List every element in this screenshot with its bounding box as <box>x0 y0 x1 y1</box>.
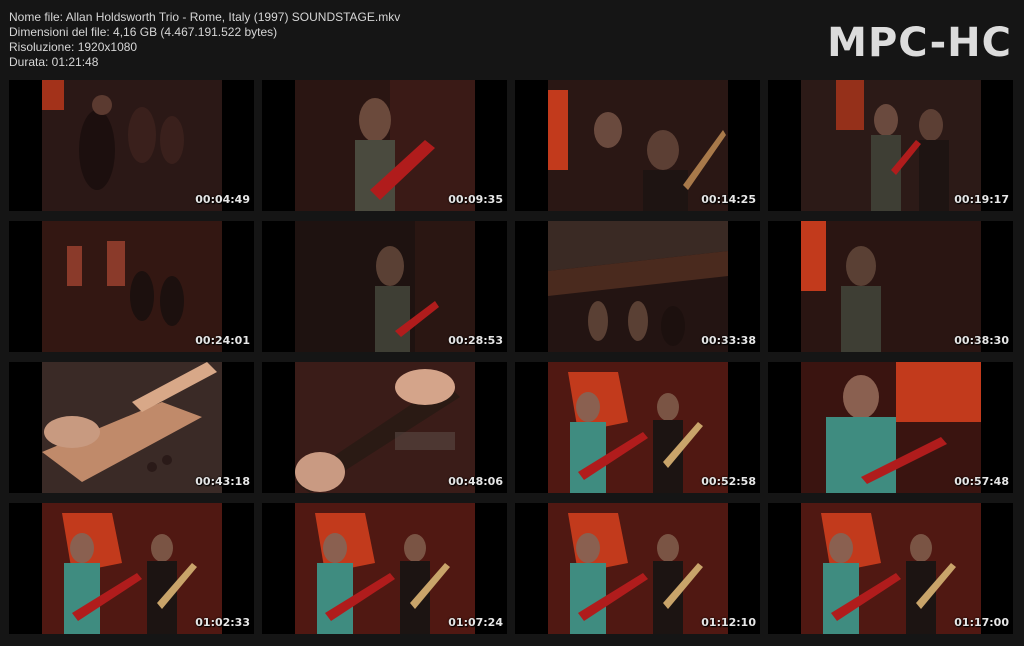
thumbnail-4: 00:19:17 <box>768 80 1013 211</box>
video-frame <box>42 503 222 634</box>
video-frame <box>42 221 222 352</box>
video-frame <box>801 221 981 352</box>
timestamp: 00:24:01 <box>195 334 250 347</box>
thumbnail-12: 00:57:48 <box>768 362 1013 493</box>
thumbnail-6: 00:28:53 <box>262 221 507 352</box>
thumbnail-15: 01:12:10 <box>515 503 760 634</box>
timestamp: 00:38:30 <box>954 334 1009 347</box>
video-frame <box>548 221 728 352</box>
thumbnail-8: 00:38:30 <box>768 221 1013 352</box>
frame-art <box>42 503 222 634</box>
timestamp: 00:57:48 <box>954 475 1009 488</box>
timestamp: 00:14:25 <box>701 193 756 206</box>
timestamp: 01:02:33 <box>195 616 250 629</box>
frame-art <box>295 503 475 634</box>
video-frame <box>42 362 222 493</box>
frame-art <box>42 362 222 493</box>
resolution-line: Risoluzione: 1920x1080 <box>9 40 138 54</box>
frame-art <box>548 221 728 352</box>
duration-line: Durata: 01:21:48 <box>9 55 99 69</box>
frame-art <box>548 503 728 634</box>
frame-art <box>42 221 222 352</box>
video-frame <box>295 503 475 634</box>
video-frame <box>42 80 222 211</box>
thumbnail-7: 00:33:38 <box>515 221 760 352</box>
video-frame <box>548 503 728 634</box>
video-frame <box>801 80 981 211</box>
timestamp: 00:48:06 <box>448 475 503 488</box>
video-frame <box>295 221 475 352</box>
mpc-hc-logo: MPC-HC <box>827 20 1012 66</box>
timestamp: 01:07:24 <box>448 616 503 629</box>
frame-art <box>801 503 981 634</box>
frame-art <box>295 80 475 211</box>
frame-art <box>295 362 475 493</box>
video-frame <box>801 362 981 493</box>
timestamp: 01:17:00 <box>954 616 1009 629</box>
file-info: Nome file: Allan Holdsworth Trio - Rome,… <box>9 10 400 70</box>
frame-art <box>801 362 981 493</box>
frame-art <box>548 362 728 493</box>
timestamp: 01:12:10 <box>701 616 756 629</box>
frame-art <box>42 80 222 211</box>
thumbnail-1: 00:04:49 <box>9 80 254 211</box>
video-frame <box>548 362 728 493</box>
video-frame <box>548 80 728 211</box>
timestamp: 00:09:35 <box>448 193 503 206</box>
thumbnail-grid: 00:04:49 00:09:35 00:14:25 00:19:17 00:2… <box>9 80 1015 634</box>
timestamp: 00:43:18 <box>195 475 250 488</box>
frame-art <box>801 80 981 211</box>
timestamp: 00:33:38 <box>701 334 756 347</box>
timestamp: 00:52:58 <box>701 475 756 488</box>
timestamp: 00:28:53 <box>448 334 503 347</box>
thumbnail-11: 00:52:58 <box>515 362 760 493</box>
video-frame <box>295 80 475 211</box>
video-frame <box>801 503 981 634</box>
frame-art <box>801 221 981 352</box>
thumbnail-13: 01:02:33 <box>9 503 254 634</box>
thumbnail-14: 01:07:24 <box>262 503 507 634</box>
file-size-line: Dimensioni del file: 4,16 GB (4.467.191.… <box>9 25 278 39</box>
frame-art <box>295 221 475 352</box>
timestamp: 00:04:49 <box>195 193 250 206</box>
thumbnail-16: 01:17:00 <box>768 503 1013 634</box>
frame-art <box>548 80 728 211</box>
thumbnail-3: 00:14:25 <box>515 80 760 211</box>
thumbnail-2: 00:09:35 <box>262 80 507 211</box>
video-frame <box>295 362 475 493</box>
timestamp: 00:19:17 <box>954 193 1009 206</box>
file-name-line: Nome file: Allan Holdsworth Trio - Rome,… <box>9 10 401 24</box>
thumbnail-9: 00:43:18 <box>9 362 254 493</box>
thumbnail-10: 00:48:06 <box>262 362 507 493</box>
thumbnail-5: 00:24:01 <box>9 221 254 352</box>
